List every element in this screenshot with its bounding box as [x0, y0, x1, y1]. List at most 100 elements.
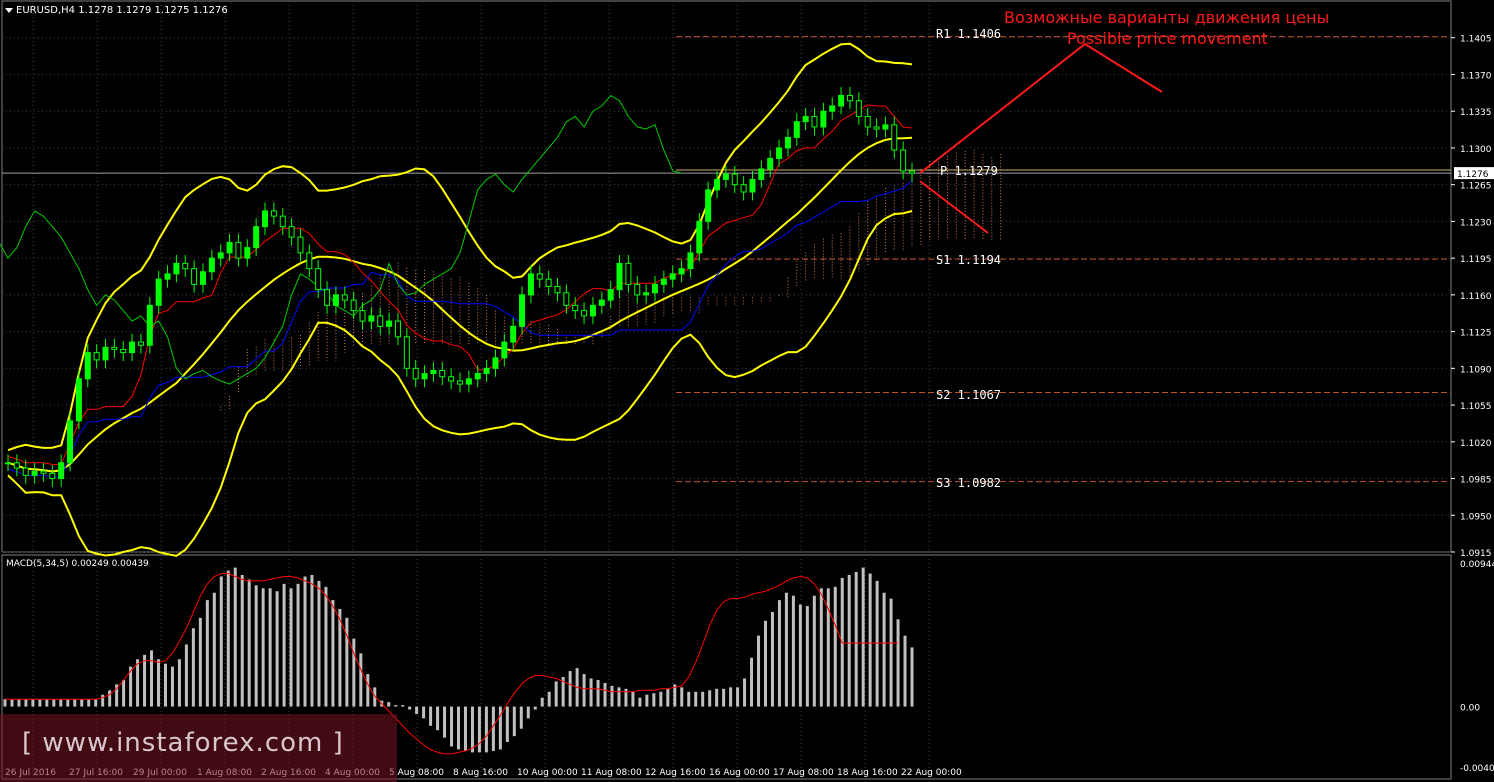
macd-histogram-bar — [94, 699, 98, 707]
macd-histogram-bar — [3, 699, 7, 707]
macd-histogram-bar — [708, 690, 712, 707]
candle-body — [208, 257, 215, 273]
macd-histogram-bar — [317, 580, 321, 707]
candle-body — [297, 236, 304, 254]
macd-histogram-bar — [87, 699, 91, 707]
y-tick-label: 1.1125 — [1460, 329, 1492, 339]
macd-histogram-bar — [108, 690, 112, 707]
candle-body — [696, 220, 703, 254]
y-tick-label: 1.0915 — [1460, 549, 1492, 559]
macd-histogram-bar — [289, 588, 293, 707]
candle-body — [279, 215, 286, 228]
candle-body — [776, 147, 783, 159]
y-tick-label: 1.1160 — [1460, 292, 1492, 302]
candle-body — [288, 226, 295, 238]
macd-histogram-bar — [261, 588, 265, 707]
macd-histogram-bar — [554, 681, 558, 707]
current-price-label: 1.1276 — [1457, 170, 1489, 180]
pivot-label-s3: S3 1.0982 — [936, 476, 1002, 490]
macd-histogram-bar — [31, 699, 35, 707]
macd-histogram-bar — [596, 679, 600, 707]
macd-histogram-bar — [247, 579, 251, 707]
candle-body — [501, 341, 508, 359]
candle-body — [519, 294, 526, 327]
candle-body — [793, 121, 800, 138]
macd-histogram-bar — [610, 685, 614, 707]
pivot-label-s1: S1 1.1194 — [936, 253, 1002, 267]
macd-histogram-bar — [638, 697, 642, 707]
macd-histogram-bar — [582, 674, 586, 707]
bollinger-middle-line — [7, 136, 913, 473]
macd-histogram-bar — [533, 706, 537, 710]
candle-body — [350, 299, 357, 312]
candle-body — [634, 283, 641, 296]
macd-histogram-bar — [666, 688, 670, 707]
macd-histogram-bar — [59, 699, 63, 707]
macd-histogram-bar — [296, 583, 300, 707]
macd-histogram-bar — [324, 586, 328, 707]
candle-body — [563, 292, 570, 306]
macd-histogram-bar — [882, 592, 886, 707]
candle-body — [731, 173, 738, 186]
macd-histogram-bar — [736, 687, 740, 707]
candle-body — [173, 262, 180, 275]
macd-histogram-bar — [868, 573, 872, 707]
macd-histogram-bar — [750, 657, 754, 707]
macd-histogram-bar — [436, 706, 440, 731]
macd-histogram-bar — [491, 706, 495, 751]
macd-histogram-bar — [777, 600, 781, 707]
macd-histogram-bar — [338, 608, 342, 707]
candle-body — [510, 325, 517, 343]
candle-body — [767, 157, 774, 170]
candle-body — [864, 115, 871, 128]
macd-histogram-bar — [226, 570, 230, 707]
candle-body — [306, 252, 313, 270]
macd-histogram-bar — [450, 706, 454, 747]
candle-body — [226, 241, 233, 254]
candle-body — [430, 369, 437, 375]
macd-histogram-bar — [45, 699, 49, 707]
candle-body — [811, 115, 818, 128]
candle-body — [873, 126, 880, 130]
candle-body — [820, 110, 827, 128]
pivot-label-p: P 1.1279 — [940, 164, 998, 178]
candle-body — [722, 173, 729, 180]
macd-histogram-bar — [875, 580, 879, 707]
candle-body — [182, 262, 189, 270]
macd-histogram-bar — [519, 706, 523, 729]
macd-histogram-bar — [136, 659, 140, 707]
macd-histogram-bar — [80, 699, 84, 707]
candle-body — [678, 268, 685, 275]
macd-histogram-bar — [652, 693, 656, 707]
macd-histogram-bar — [484, 706, 488, 753]
macd-histogram-bar — [24, 699, 28, 707]
candle-body — [49, 472, 56, 480]
x-tick-label: 5 Aug 08:00 — [389, 768, 444, 778]
candle-body — [111, 346, 118, 350]
y-tick-label: 1.1405 — [1460, 35, 1492, 45]
candle-body — [660, 278, 667, 285]
macd-histogram-bar — [589, 678, 593, 707]
y-tick-label: 1.1055 — [1460, 402, 1492, 412]
candle-body — [882, 124, 889, 130]
macd-histogram-bar — [903, 635, 907, 707]
candle-body — [855, 100, 862, 117]
x-tick-label: 8 Aug 16:00 — [453, 768, 508, 778]
macd-histogram-bar — [331, 600, 335, 707]
macd-histogram-bar — [798, 604, 802, 707]
candle-body — [235, 241, 242, 259]
macd-histogram-bar — [889, 598, 893, 707]
candle-body — [146, 304, 153, 346]
candle-body — [581, 310, 588, 317]
candle-body — [607, 289, 614, 301]
macd-histogram-bar — [422, 706, 426, 719]
macd-histogram-bar — [540, 697, 544, 707]
macd-histogram-bar — [833, 586, 837, 707]
y-tick-label: 1.1300 — [1460, 145, 1492, 155]
macd-histogram-bar — [401, 705, 405, 707]
macd-histogram-bar — [722, 688, 726, 707]
macd-histogram-bar — [150, 650, 154, 707]
candle-body — [13, 462, 20, 469]
macd-histogram-bar — [310, 574, 314, 707]
kijun-line — [7, 180, 913, 478]
